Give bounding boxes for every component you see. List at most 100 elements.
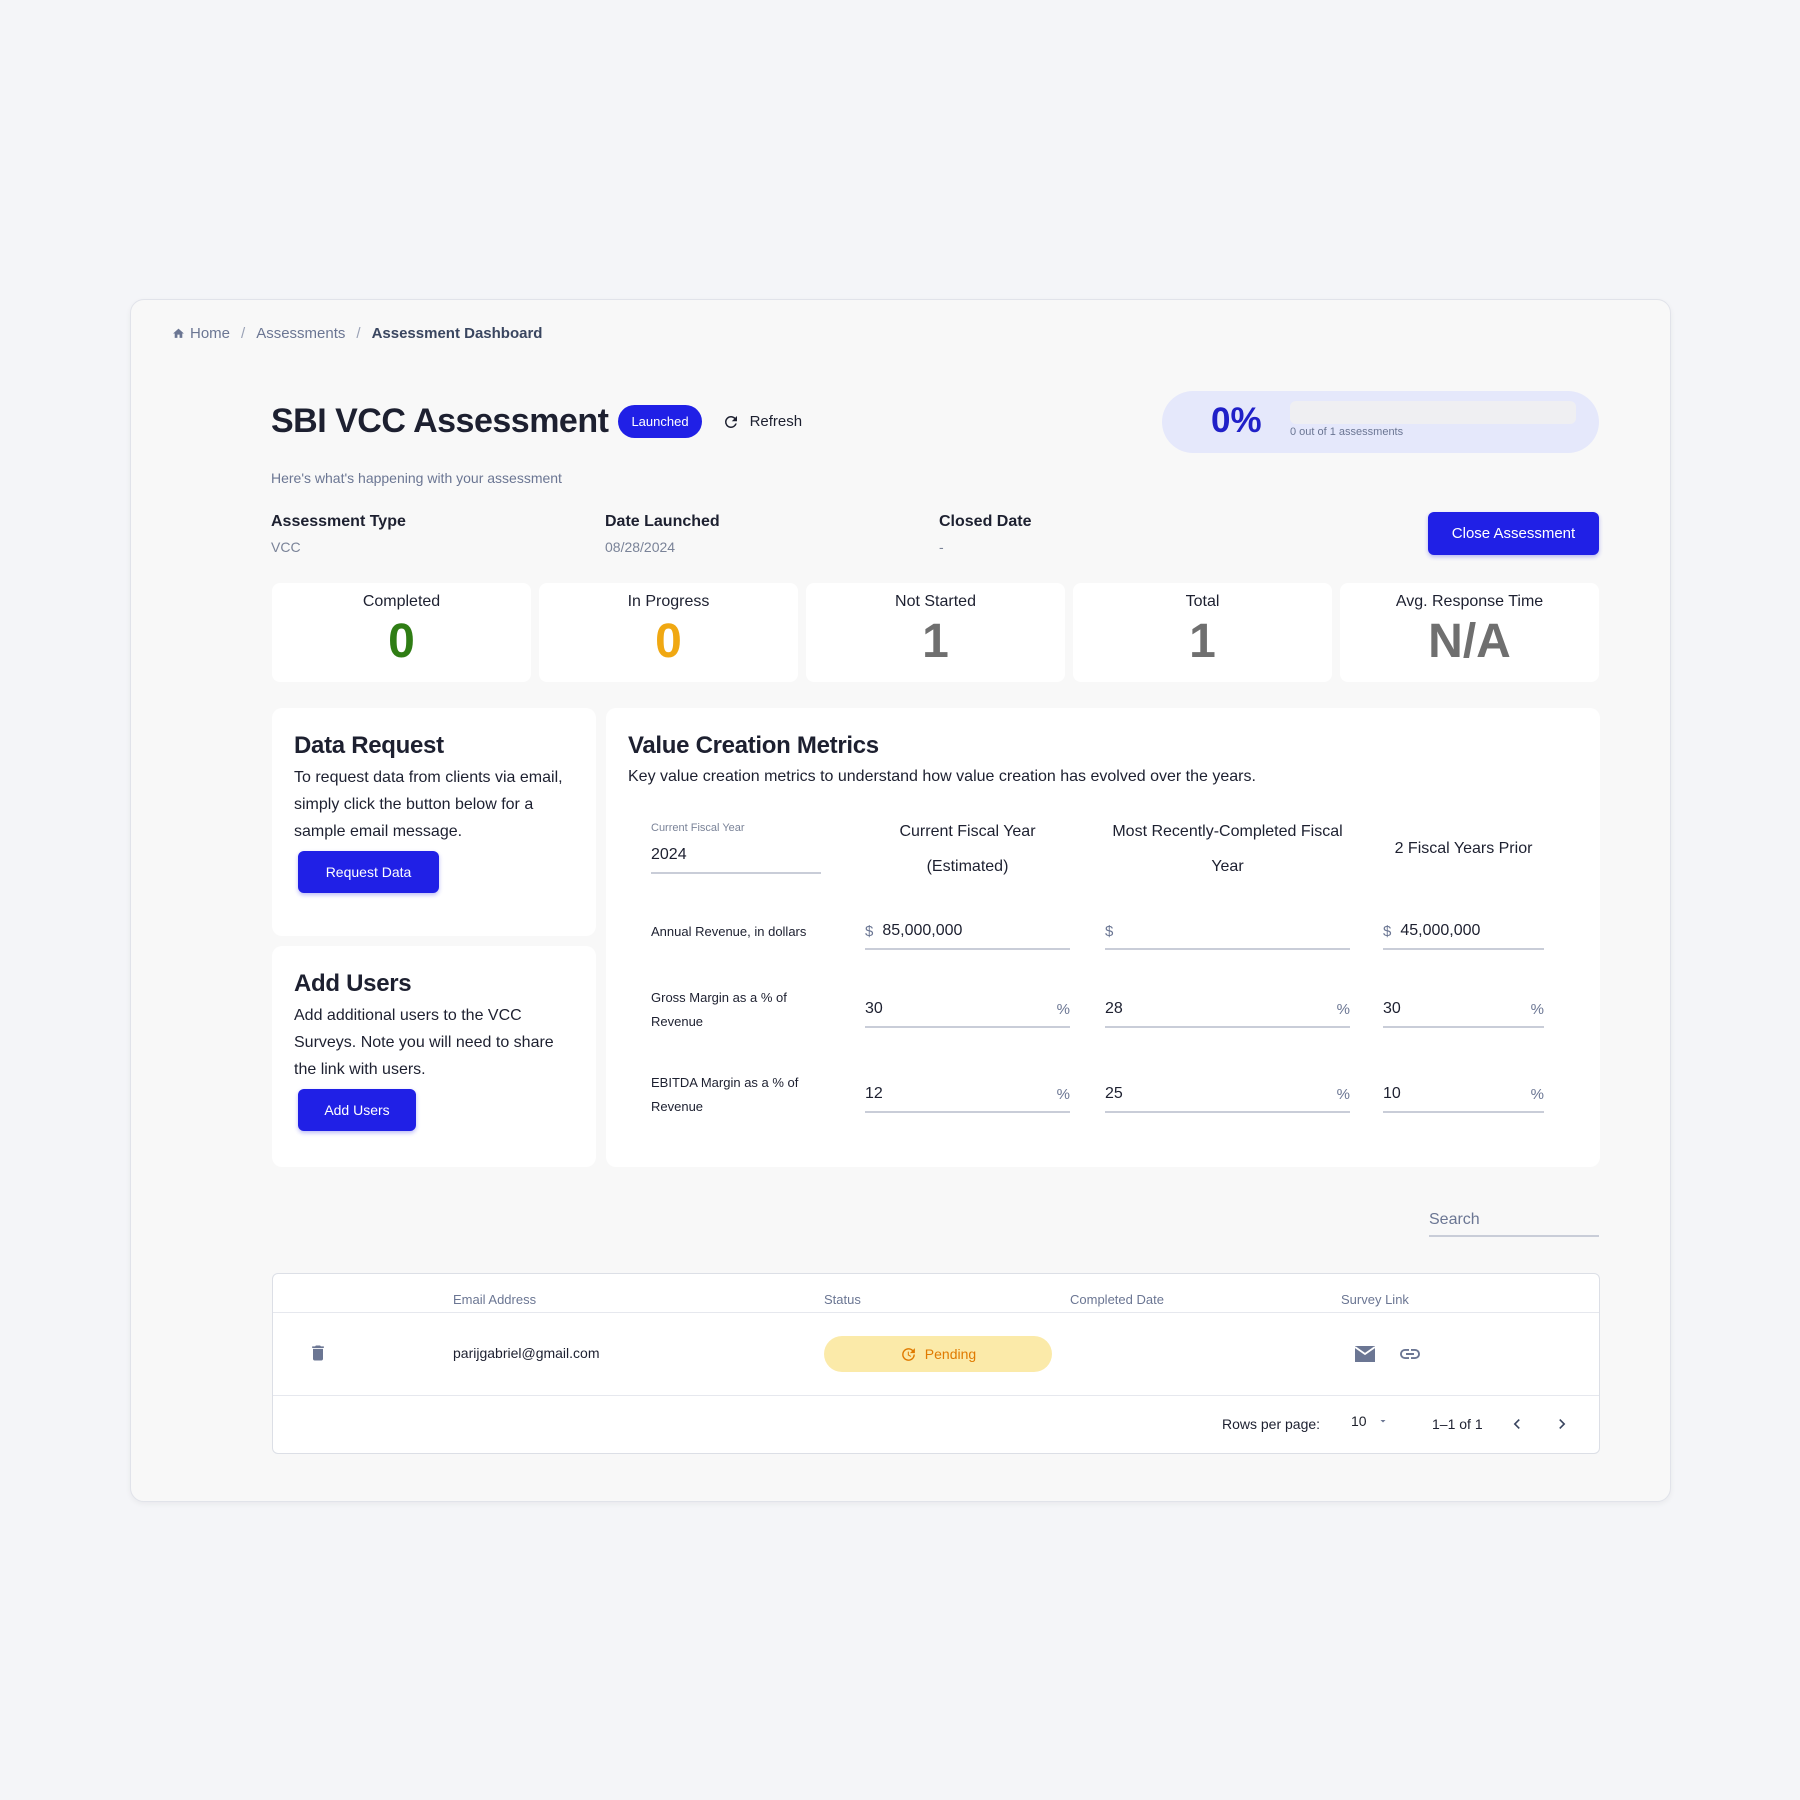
percent-suffix: % bbox=[1336, 1000, 1350, 1018]
metric-row-label: Annual Revenue, in dollars bbox=[651, 924, 807, 939]
meta-label: Assessment Type bbox=[271, 513, 406, 530]
breadcrumb: Home / Assessments / Assessment Dashboar… bbox=[172, 321, 542, 345]
card-title: Add Users bbox=[294, 970, 412, 997]
column-header: Most Recently-Completed Fiscal Year bbox=[1112, 823, 1343, 875]
link-icon[interactable] bbox=[1397, 1342, 1423, 1366]
title-row: SBI VCC Assessment Launched Refresh bbox=[271, 402, 802, 441]
close-assessment-button[interactable]: Close Assessment bbox=[1428, 512, 1599, 555]
column-header-completed-date: Completed Date bbox=[1070, 1292, 1164, 1307]
stat-value: 1 bbox=[922, 615, 949, 668]
rows-per-page-label: Rows per page: bbox=[1222, 1416, 1321, 1432]
search-field[interactable] bbox=[1429, 1205, 1599, 1237]
stat-label: Not Started bbox=[895, 593, 976, 610]
percent-suffix: % bbox=[1530, 1000, 1544, 1018]
column-header: Current Fiscal Year (Estimated) bbox=[899, 823, 1036, 875]
gross-margin-prior-field[interactable]: 30 % bbox=[1383, 992, 1544, 1028]
stat-value: N/A bbox=[1428, 615, 1511, 668]
value-creation-metrics-card: Value Creation Metrics Key value creatio… bbox=[606, 708, 1600, 1167]
request-data-button[interactable]: Request Data bbox=[298, 851, 439, 893]
meta-assessment-type: Assessment Type VCC bbox=[271, 513, 406, 555]
progress-summary: 0% 0 out of 1 assessments bbox=[1162, 391, 1599, 453]
stat-value: 0 bbox=[655, 615, 682, 668]
dashboard-window: Home / Assessments / Assessment Dashboar… bbox=[130, 299, 1671, 1502]
breadcrumb-home[interactable]: Home bbox=[190, 325, 230, 342]
card-description: Key value creation metrics to understand… bbox=[628, 768, 1256, 785]
ebitda-margin-prior-field[interactable]: 10 % bbox=[1383, 1077, 1544, 1113]
dollar-prefix: $ bbox=[1383, 922, 1392, 940]
stat-label: Total bbox=[1185, 593, 1220, 610]
annual-revenue-recent-field[interactable]: $ bbox=[1105, 914, 1350, 950]
percent-suffix: % bbox=[1056, 1000, 1070, 1018]
breadcrumb-assessments[interactable]: Assessments bbox=[256, 325, 345, 342]
column-header-status: Status bbox=[824, 1292, 861, 1307]
search-input[interactable] bbox=[1429, 1205, 1599, 1229]
status-badge: Launched bbox=[618, 405, 702, 438]
meta-label: Date Launched bbox=[605, 513, 720, 530]
card-description: To request data from clients via email, … bbox=[294, 769, 563, 840]
field-value: 45,000,000 bbox=[1400, 922, 1481, 939]
meta-date-launched: Date Launched 08/28/2024 bbox=[605, 513, 720, 555]
rows-per-page-value: 10 bbox=[1351, 1413, 1367, 1429]
stat-completed: Completed 0 bbox=[272, 583, 531, 682]
metric-row-label: EBITDA Margin as a % of Revenue bbox=[651, 1075, 799, 1114]
breadcrumb-current: Assessment Dashboard bbox=[371, 324, 543, 342]
rows-per-page-select[interactable]: 10 bbox=[1351, 1413, 1389, 1429]
column-header-survey-link: Survey Link bbox=[1341, 1292, 1409, 1307]
vcm-header: Value Creation Metrics Key value creatio… bbox=[628, 732, 1256, 786]
annual-revenue-current-field[interactable]: $ 85,000,000 bbox=[865, 914, 1070, 950]
stat-label: In Progress bbox=[627, 593, 710, 610]
data-request-card: Data Request To request data from client… bbox=[272, 708, 596, 936]
email-cell: parijgabriel@gmail.com bbox=[453, 1345, 600, 1361]
caret-down-icon bbox=[1380, 1420, 1386, 1423]
column-header: 2 Fiscal Years Prior bbox=[1394, 840, 1533, 857]
status-pending-badge: Pending bbox=[824, 1336, 1052, 1372]
field-value: 30 bbox=[865, 1000, 883, 1017]
dollar-prefix: $ bbox=[865, 922, 874, 940]
field-value: 10 bbox=[1383, 1085, 1401, 1102]
stat-total: Total 1 bbox=[1073, 583, 1332, 682]
status-label: Pending bbox=[924, 1346, 977, 1362]
email-icon[interactable] bbox=[1352, 1342, 1378, 1366]
ebitda-margin-recent-field[interactable]: 25 % bbox=[1105, 1077, 1350, 1113]
percent-suffix: % bbox=[1336, 1085, 1350, 1103]
refresh-icon bbox=[724, 415, 737, 428]
stat-label: Completed bbox=[362, 593, 441, 610]
percent-suffix: % bbox=[1056, 1085, 1070, 1103]
stat-avg-response-time: Avg. Response Time N/A bbox=[1340, 583, 1599, 682]
fiscal-year-value[interactable]: 2024 bbox=[651, 846, 687, 864]
meta-label: Closed Date bbox=[939, 513, 1032, 530]
field-value: 12 bbox=[865, 1085, 883, 1102]
metric-row-label: Gross Margin as a % of Revenue bbox=[651, 990, 787, 1029]
field-value: 28 bbox=[1105, 1000, 1123, 1017]
fiscal-year-label: Current Fiscal Year bbox=[651, 822, 745, 834]
chevron-right-icon[interactable] bbox=[1550, 1412, 1574, 1436]
users-table: Email Address Status Completed Date Surv… bbox=[272, 1273, 1600, 1454]
fiscal-year-underline bbox=[651, 872, 821, 874]
table-row: parijgabriel@gmail.com Pending bbox=[273, 1313, 1599, 1396]
progress-percent: 0% bbox=[1211, 401, 1262, 440]
dollar-prefix: $ bbox=[1105, 922, 1114, 940]
field-value: 30 bbox=[1383, 1000, 1401, 1017]
page-subtitle: Here's what's happening with your assess… bbox=[271, 470, 562, 486]
refresh-button[interactable]: Refresh bbox=[722, 413, 803, 431]
stat-value: 1 bbox=[1189, 615, 1216, 668]
delete-icon[interactable] bbox=[306, 1341, 330, 1365]
field-value: 25 bbox=[1105, 1085, 1123, 1102]
chevron-left-icon[interactable] bbox=[1505, 1412, 1529, 1436]
breadcrumb-separator: / bbox=[241, 324, 246, 342]
stat-value: 0 bbox=[388, 615, 415, 668]
field-value: 85,000,000 bbox=[882, 922, 963, 939]
add-users-button[interactable]: Add Users bbox=[298, 1089, 416, 1131]
refresh-label: Refresh bbox=[749, 413, 803, 430]
annual-revenue-prior-field[interactable]: $ 45,000,000 bbox=[1383, 914, 1544, 950]
meta-value: VCC bbox=[271, 539, 301, 555]
pagination-range: 1–1 of 1 bbox=[1432, 1416, 1483, 1432]
home-icon bbox=[172, 327, 185, 340]
ebitda-margin-current-field[interactable]: 12 % bbox=[865, 1077, 1070, 1113]
pending-clock-icon bbox=[901, 1347, 915, 1361]
gross-margin-current-field[interactable]: 30 % bbox=[865, 992, 1070, 1028]
page-title: SBI VCC Assessment bbox=[271, 402, 609, 440]
gross-margin-recent-field[interactable]: 28 % bbox=[1105, 992, 1350, 1028]
card-title: Data Request bbox=[294, 732, 444, 759]
add-users-card: Add Users Add additional users to the VC… bbox=[272, 946, 596, 1167]
